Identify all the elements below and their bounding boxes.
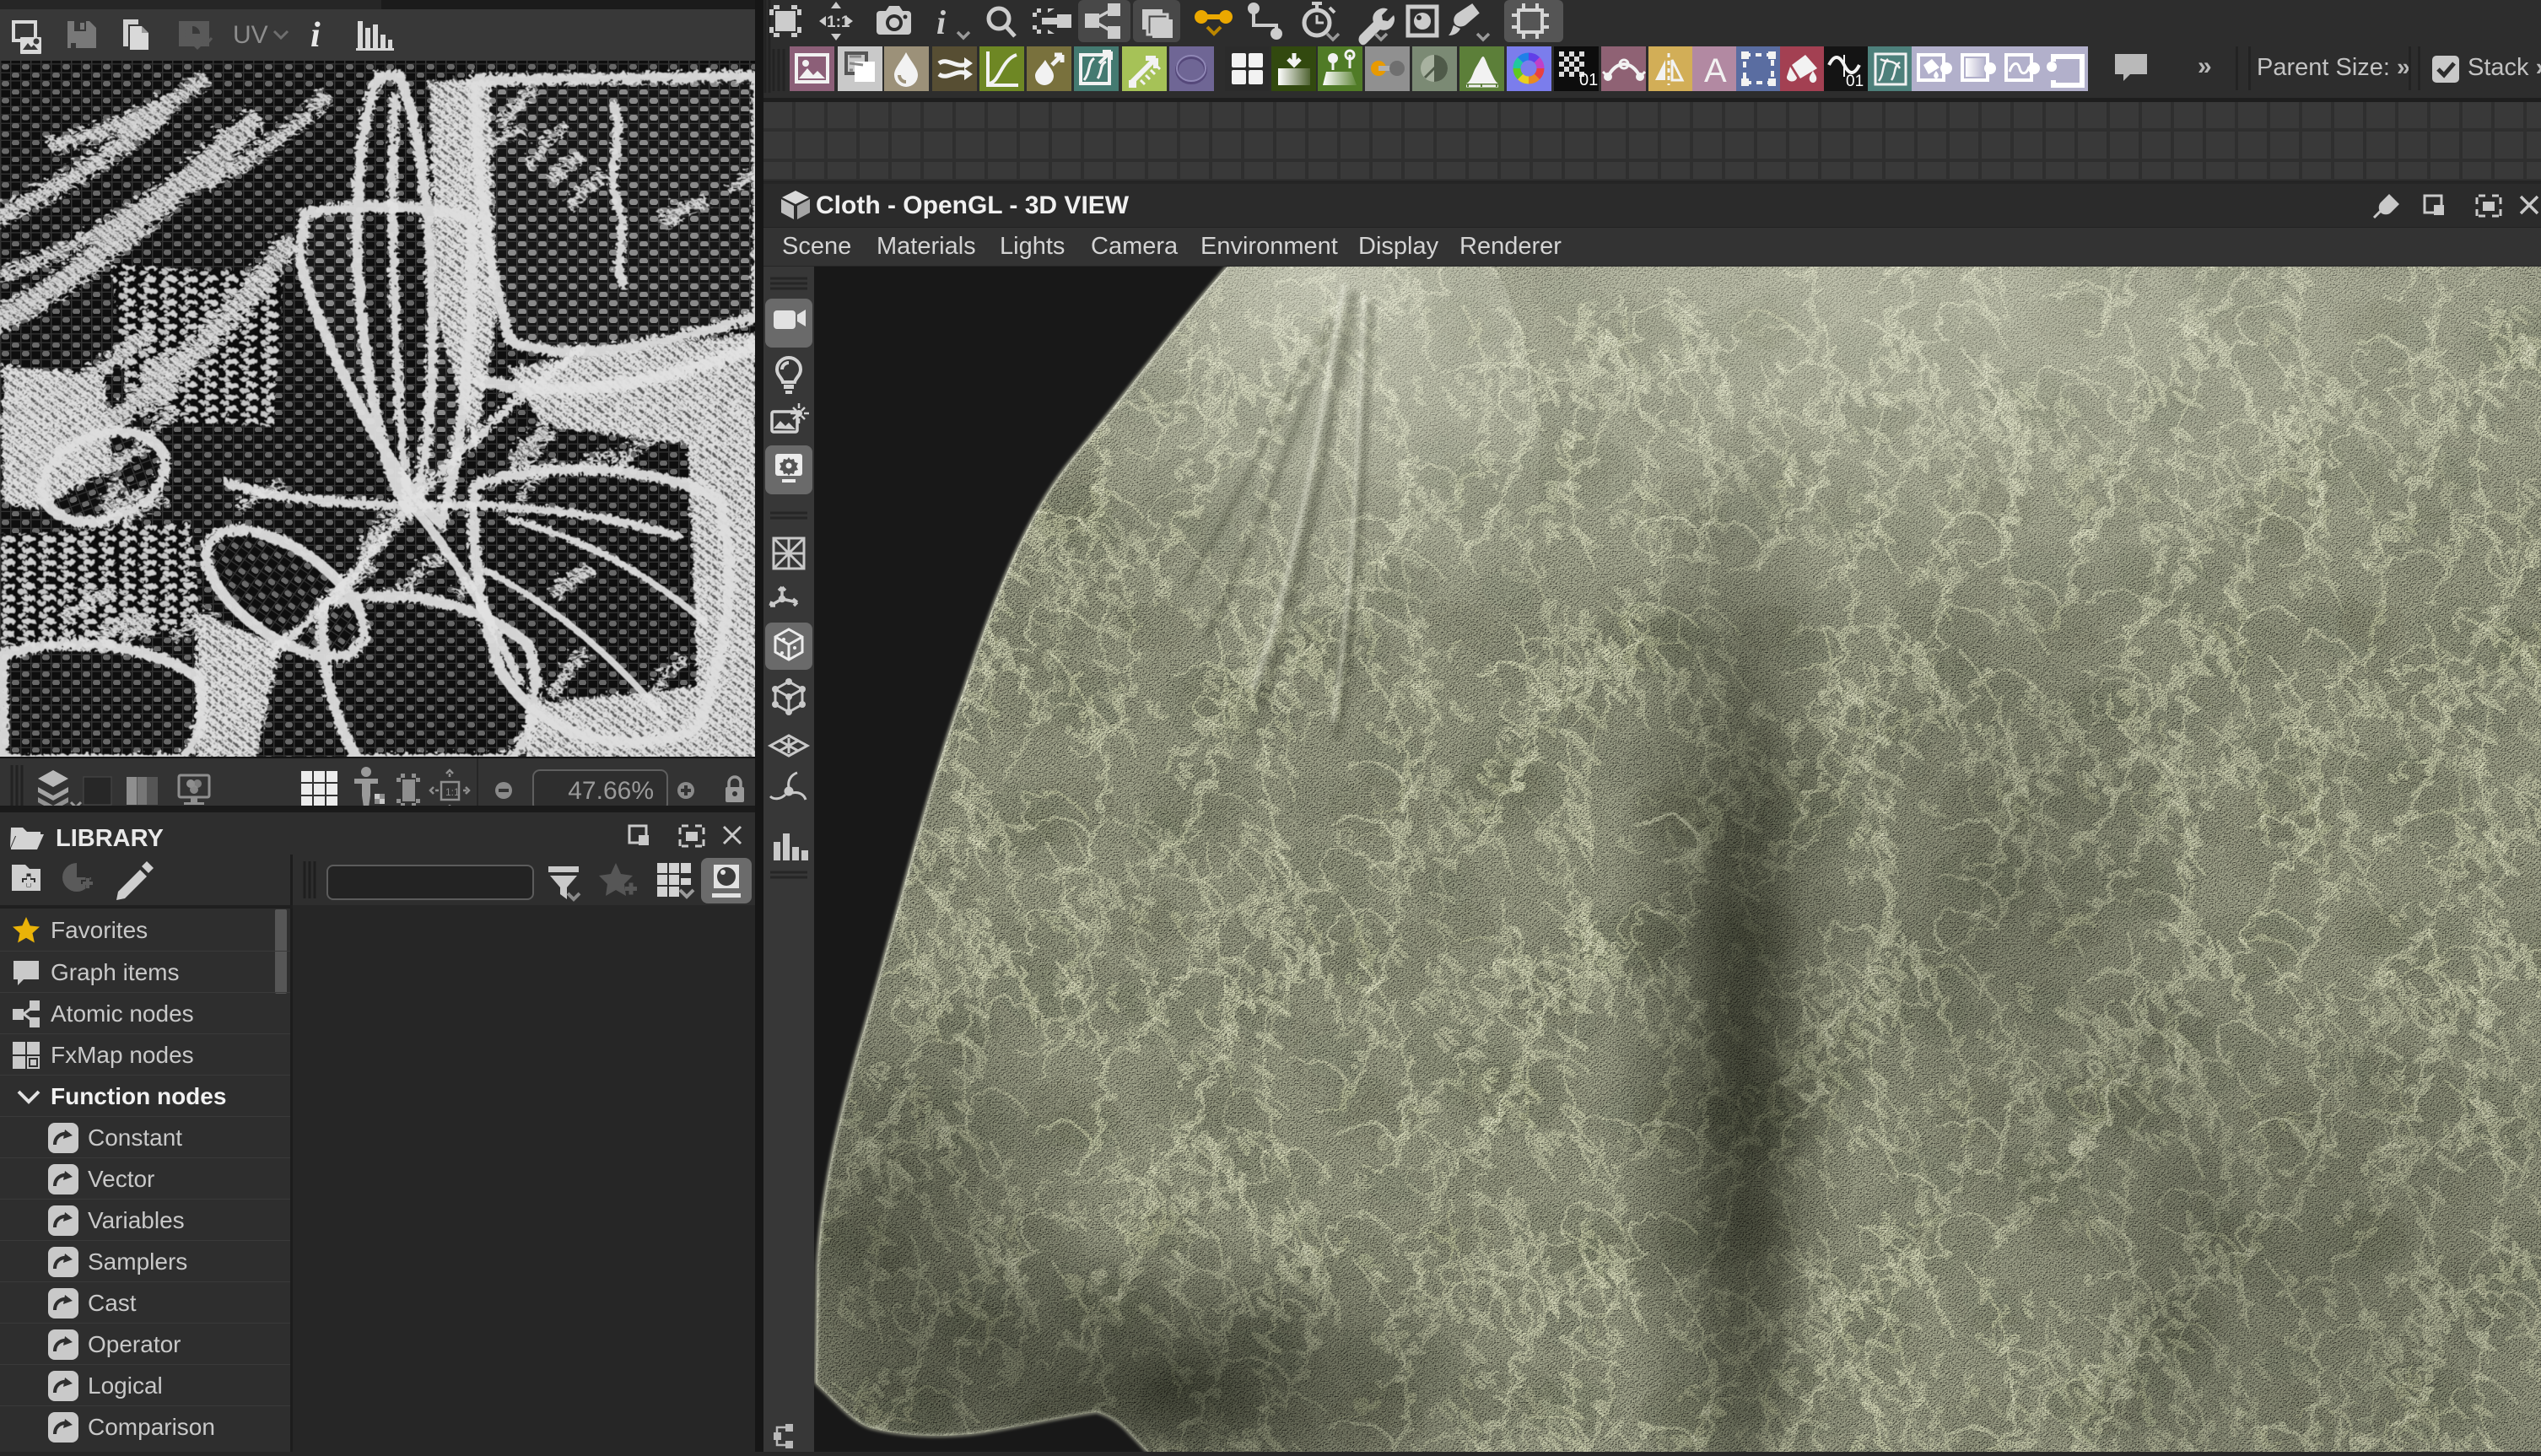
svg-text:47.66%: 47.66% bbox=[568, 777, 654, 805]
svg-text:A: A bbox=[1704, 52, 1727, 89]
svg-text:i: i bbox=[310, 16, 321, 55]
svg-text:UV: UV bbox=[233, 21, 268, 49]
svg-text:LIBRARY: LIBRARY bbox=[56, 825, 164, 852]
svg-text:i: i bbox=[936, 3, 946, 41]
svg-text:1:1: 1:1 bbox=[445, 786, 460, 798]
svg-text:1:1: 1:1 bbox=[827, 13, 850, 31]
svg-text:01: 01 bbox=[1579, 71, 1598, 89]
svg-text:01: 01 bbox=[1846, 73, 1864, 90]
